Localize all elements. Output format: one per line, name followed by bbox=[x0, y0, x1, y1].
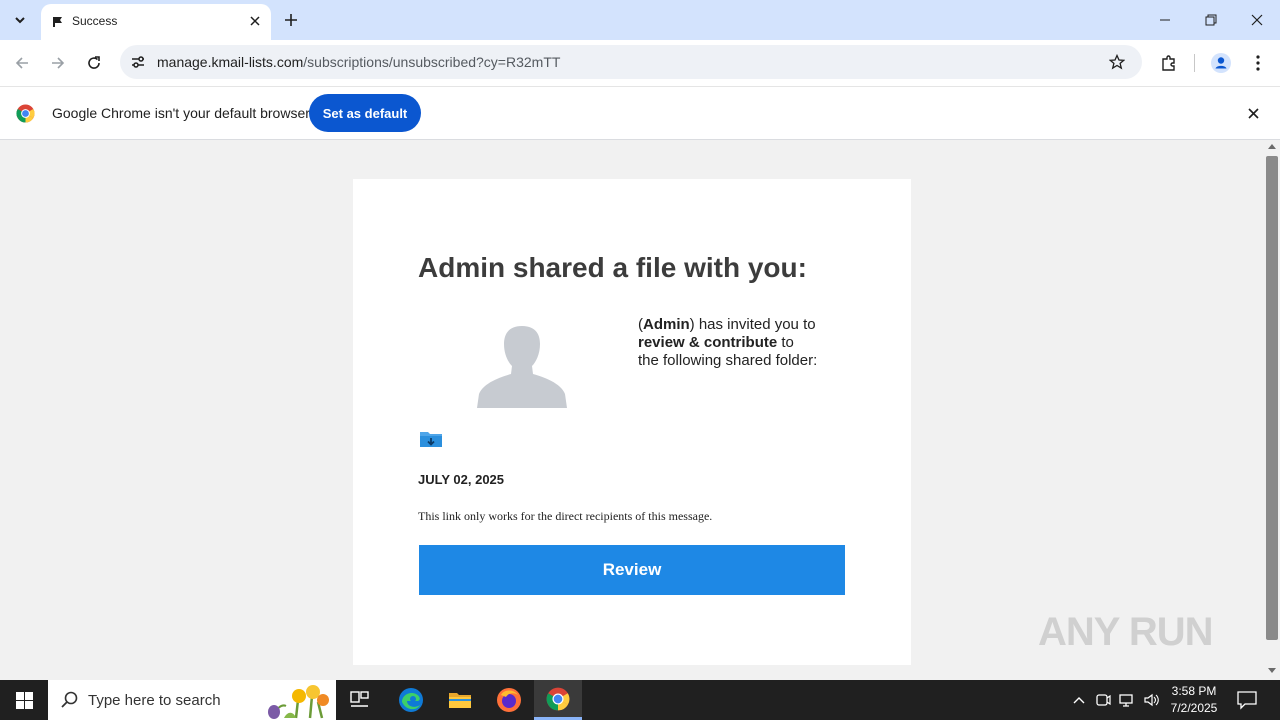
search-icon bbox=[61, 691, 78, 708]
close-window-button[interactable] bbox=[1245, 8, 1269, 32]
task-view-button[interactable] bbox=[336, 680, 384, 720]
person-icon bbox=[1211, 53, 1231, 73]
scroll-thumb[interactable] bbox=[1266, 156, 1278, 640]
infobar-message: Google Chrome isn't your default browser bbox=[52, 105, 310, 121]
menu-button[interactable] bbox=[1246, 51, 1270, 75]
windows-logo-icon bbox=[15, 691, 33, 709]
taskbar-search-placeholder: Type here to search bbox=[88, 692, 221, 709]
taskbar-chrome[interactable] bbox=[534, 680, 582, 720]
url-host: manage.kmail-lists.com bbox=[157, 54, 304, 70]
scroll-up-arrow-icon[interactable] bbox=[1268, 144, 1276, 149]
taskbar-file-explorer[interactable] bbox=[436, 680, 484, 720]
chrome-icon bbox=[546, 687, 570, 710]
tab-search-button[interactable] bbox=[7, 7, 33, 33]
volume-button[interactable] bbox=[1142, 691, 1160, 709]
anyrun-watermark: ANY RUN bbox=[1038, 610, 1214, 654]
arrow-left-icon bbox=[15, 57, 28, 69]
set-as-default-button[interactable]: Set as default bbox=[309, 94, 421, 132]
chrome-logo-icon bbox=[16, 104, 35, 123]
browser-toolbar: manage.kmail-lists.com/subscriptions/uns… bbox=[0, 40, 1280, 86]
page-scrollbar[interactable] bbox=[1264, 140, 1280, 680]
taskbar-edge[interactable] bbox=[387, 680, 435, 720]
reload-icon bbox=[88, 56, 100, 69]
meet-now-icon bbox=[1096, 694, 1111, 706]
edge-icon bbox=[399, 688, 423, 712]
speaker-icon bbox=[1144, 693, 1159, 707]
taskbar-firefox[interactable] bbox=[485, 680, 533, 720]
flag-icon bbox=[53, 17, 62, 27]
invite-line3: the following shared folder: bbox=[638, 352, 818, 369]
clock-time: 3:58 PM bbox=[1171, 684, 1217, 698]
plus-icon bbox=[285, 14, 297, 26]
task-view-icon bbox=[350, 691, 369, 707]
default-browser-infobar: Google Chrome isn't your default browser… bbox=[0, 86, 1280, 140]
close-icon bbox=[1247, 107, 1259, 119]
network-icon bbox=[1119, 694, 1133, 707]
windows-taskbar: Type here to search 3:58 PM 7/2/2025 bbox=[0, 680, 1280, 720]
close-icon bbox=[1251, 14, 1263, 26]
restore-icon bbox=[1205, 14, 1217, 26]
address-bar[interactable]: manage.kmail-lists.com/subscriptions/uns… bbox=[120, 45, 1142, 79]
folder-download-icon bbox=[420, 432, 442, 447]
tab-success[interactable]: Success bbox=[41, 4, 271, 40]
infobar-close-button[interactable] bbox=[1243, 103, 1263, 123]
minimize-button[interactable] bbox=[1153, 8, 1177, 32]
profile-button[interactable] bbox=[1209, 51, 1233, 75]
page-viewport: Admin shared a file with you: (Admin) ha… bbox=[0, 140, 1264, 680]
recipient-note: This link only works for the direct reci… bbox=[418, 509, 713, 523]
start-button[interactable] bbox=[0, 680, 48, 720]
arrow-right-icon bbox=[52, 57, 65, 69]
flowers-highlight-icon bbox=[268, 685, 329, 719]
invite-after-action: to bbox=[777, 334, 794, 351]
puzzle-icon bbox=[1162, 55, 1175, 71]
back-button[interactable] bbox=[10, 51, 34, 75]
close-icon bbox=[250, 16, 260, 26]
url-path: /subscriptions/unsubscribed?cy=R32mTT bbox=[303, 54, 561, 70]
share-date: JULY 02, 2025 bbox=[418, 472, 505, 487]
more-vert-icon bbox=[1256, 55, 1260, 71]
scroll-down-arrow-icon[interactable] bbox=[1268, 668, 1276, 673]
chevron-up-icon bbox=[1073, 697, 1085, 704]
bookmark-button[interactable] bbox=[1107, 52, 1127, 72]
avatar-silhouette-icon bbox=[477, 326, 567, 408]
reload-button[interactable] bbox=[82, 51, 106, 75]
notification-icon[interactable] bbox=[1236, 690, 1258, 710]
restore-button[interactable] bbox=[1199, 8, 1223, 32]
invite-sender: Admin bbox=[643, 316, 690, 333]
site-info-button[interactable] bbox=[128, 52, 148, 72]
tune-icon bbox=[132, 56, 144, 68]
invite-text: (Admin) has invited you to review & cont… bbox=[638, 316, 858, 370]
tab-close-button[interactable] bbox=[246, 12, 264, 30]
invite-action: review & contribute bbox=[638, 334, 778, 351]
tab-title: Success bbox=[72, 14, 118, 28]
star-icon bbox=[1109, 54, 1125, 70]
show-hidden-icons-button[interactable] bbox=[1070, 691, 1088, 709]
invite-after-sender: ) has invited you to bbox=[689, 316, 816, 333]
minimize-icon bbox=[1160, 19, 1170, 21]
firefox-icon bbox=[497, 688, 521, 712]
clock-date: 7/2/2025 bbox=[1170, 701, 1218, 715]
folder-icon bbox=[449, 693, 471, 708]
chevron-down-icon bbox=[15, 17, 25, 24]
taskbar-clock[interactable]: 3:58 PM 7/2/2025 bbox=[1160, 683, 1228, 717]
new-tab-button[interactable] bbox=[280, 9, 302, 31]
forward-button[interactable] bbox=[46, 51, 70, 75]
tray-app-button[interactable] bbox=[1094, 691, 1112, 709]
network-button[interactable] bbox=[1118, 691, 1136, 709]
tab-strip: Success bbox=[0, 0, 1280, 40]
url-text[interactable]: manage.kmail-lists.com/subscriptions/uns… bbox=[157, 54, 560, 70]
taskbar-search-box[interactable]: Type here to search bbox=[48, 680, 336, 720]
review-button[interactable]: Review bbox=[419, 545, 845, 595]
toolbar-separator bbox=[1194, 54, 1195, 72]
share-card: Admin shared a file with you: (Admin) ha… bbox=[353, 179, 911, 665]
extensions-button[interactable] bbox=[1157, 51, 1181, 75]
page-title: Admin shared a file with you: bbox=[418, 252, 807, 283]
